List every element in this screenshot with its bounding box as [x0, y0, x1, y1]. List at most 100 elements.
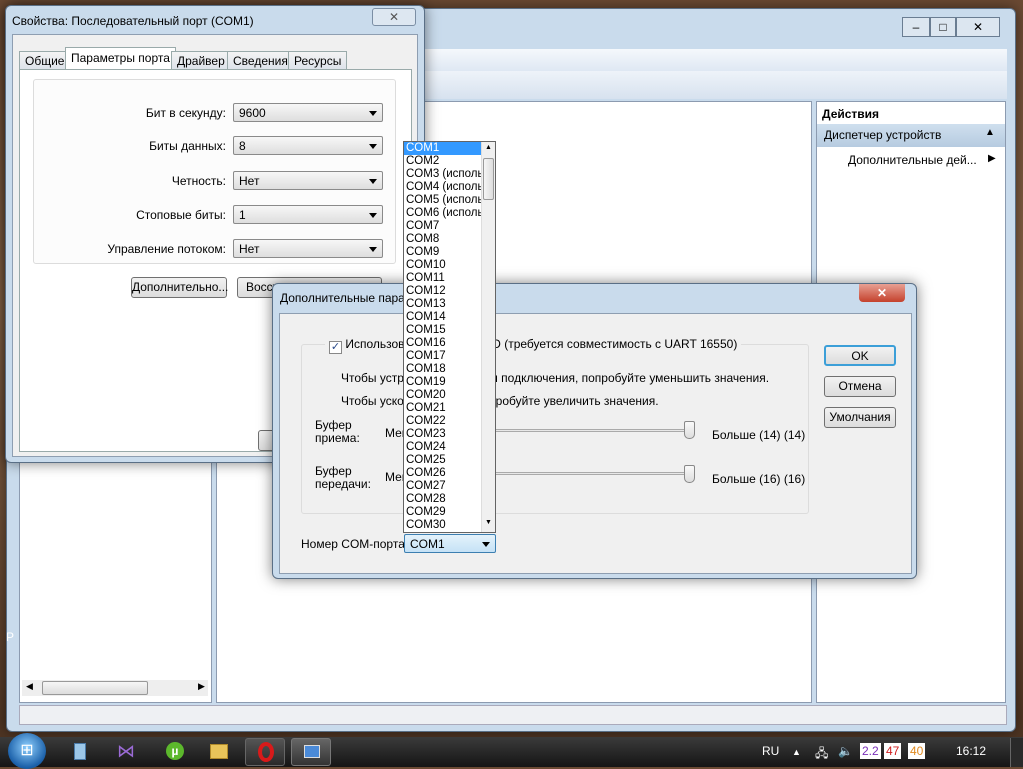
tab-details[interactable]: Сведения: [227, 51, 294, 69]
com-port-option[interactable]: COM30: [404, 519, 481, 532]
actions-section-label: Диспетчер устройств: [824, 128, 942, 142]
field-select[interactable]: 1: [233, 205, 383, 224]
tray-monitor-value[interactable]: 47: [884, 743, 902, 759]
fifo-checkbox[interactable]: ✓: [329, 341, 342, 354]
com-port-option[interactable]: COM6 (используется): [404, 207, 481, 220]
start-button[interactable]: ⊞: [8, 733, 46, 769]
scroll-down-icon[interactable]: ▼: [485, 519, 492, 526]
com-port-option[interactable]: COM16: [404, 337, 481, 350]
scroll-thumb[interactable]: [42, 681, 148, 695]
com-port-option[interactable]: COM11: [404, 272, 481, 285]
com-port-option[interactable]: COM14: [404, 311, 481, 324]
field-value: 9600: [239, 106, 266, 120]
tab-driver[interactable]: Драйвер: [171, 51, 231, 69]
com-port-option[interactable]: COM1: [404, 142, 481, 155]
tx-slider-thumb[interactable]: [684, 465, 695, 483]
field-select[interactable]: Нет: [233, 239, 383, 258]
dropdown-scroll-thumb[interactable]: [483, 158, 494, 200]
chevron-down-icon: [369, 111, 377, 116]
defaults-button[interactable]: Умолчания: [824, 407, 896, 428]
com-port-option[interactable]: COM2: [404, 155, 481, 168]
scroll-right-icon[interactable]: ▶: [198, 681, 205, 692]
tx-value-label: Больше (16) (16): [712, 472, 806, 486]
network-icon[interactable]: 🖧: [815, 744, 828, 765]
rx-slider-thumb[interactable]: [684, 421, 695, 439]
com-port-option[interactable]: COM18: [404, 363, 481, 376]
field-value: Нет: [239, 174, 260, 188]
maximize-button[interactable]: □: [930, 17, 956, 37]
field-select[interactable]: Нет: [233, 171, 383, 190]
adv-close-button[interactable]: ✕: [859, 284, 905, 302]
tray-monitor-value[interactable]: 2.2: [860, 743, 881, 759]
tab-general[interactable]: Общие: [19, 51, 71, 69]
action-more-actions[interactable]: Дополнительные дей... ▶: [848, 153, 1003, 167]
chevron-down-icon: [369, 247, 377, 252]
com-port-option[interactable]: COM23: [404, 428, 481, 441]
com-port-option[interactable]: COM28: [404, 493, 481, 506]
field-label: Четность:: [171, 174, 226, 188]
show-desktop-button[interactable]: [1010, 738, 1023, 767]
collapse-up-icon[interactable]: ▲: [985, 127, 995, 138]
rx-buffer-label: Буфер приема:: [315, 418, 360, 445]
fifo-checkbox-row[interactable]: ✓ Использовать буферы FIFO (требуется со…: [325, 337, 742, 354]
field-value: Нет: [239, 242, 260, 256]
com-port-option[interactable]: COM25: [404, 454, 481, 467]
field-value: 8: [239, 139, 246, 153]
scroll-up-icon[interactable]: ▲: [485, 144, 492, 151]
com-port-option[interactable]: COM24: [404, 441, 481, 454]
dropdown-scrollbar[interactable]: ▲ ▼: [481, 142, 495, 532]
visual-studio-taskbar-icon[interactable]: ⋈: [117, 741, 135, 762]
utorrent-taskbar-icon[interactable]: µ: [166, 742, 184, 760]
show-hidden-icons-icon[interactable]: ▲: [792, 747, 801, 757]
com-port-option[interactable]: COM17: [404, 350, 481, 363]
com-port-option[interactable]: COM7: [404, 220, 481, 233]
field-label: Стоповые биты:: [136, 208, 226, 222]
com-port-option[interactable]: COM8: [404, 233, 481, 246]
clock[interactable]: 16:12: [956, 744, 986, 758]
scroll-left-icon[interactable]: ◀: [26, 681, 33, 692]
cancel-button[interactable]: Отмена: [824, 376, 896, 397]
com-port-option[interactable]: COM4 (используется): [404, 181, 481, 194]
close-button[interactable]: ✕: [956, 17, 1000, 37]
com-port-option[interactable]: COM10: [404, 259, 481, 272]
com-port-option[interactable]: COM26: [404, 467, 481, 480]
com-port-option[interactable]: COM19: [404, 376, 481, 389]
calculator-taskbar-icon[interactable]: [74, 743, 86, 760]
advanced-button[interactable]: Дополнительно...: [131, 277, 228, 298]
com-port-option[interactable]: COM12: [404, 285, 481, 298]
desktop-icon-label: P: [6, 630, 15, 644]
tray-monitor-value[interactable]: 40: [908, 743, 926, 759]
hint-increase: Чтобы ускорить работу, попробуйте увелич…: [341, 394, 659, 408]
chevron-down-icon: [369, 144, 377, 149]
ok-button[interactable]: OK: [824, 345, 896, 366]
window-controls: – □ ✕: [902, 17, 1002, 37]
field-value: 1: [239, 208, 246, 222]
com-port-option[interactable]: COM5 (используется): [404, 194, 481, 207]
com-port-option[interactable]: COM3 (используется): [404, 168, 481, 181]
status-bar: [19, 705, 1007, 725]
com-port-option[interactable]: COM22: [404, 415, 481, 428]
opera-taskbar-button[interactable]: [245, 738, 285, 766]
field-select[interactable]: 9600: [233, 103, 383, 122]
horizontal-scrollbar[interactable]: ◀ ▶: [22, 680, 208, 696]
tab-port-settings[interactable]: Параметры порта: [65, 47, 176, 70]
com-port-option[interactable]: COM9: [404, 246, 481, 259]
language-indicator[interactable]: RU: [762, 744, 779, 758]
com-port-option[interactable]: COM15: [404, 324, 481, 337]
com-port-option[interactable]: COM13: [404, 298, 481, 311]
device-manager-taskbar-button[interactable]: [291, 738, 331, 766]
com-port-option[interactable]: COM21: [404, 402, 481, 415]
minimize-button[interactable]: –: [902, 17, 930, 37]
com-port-dropdown-list[interactable]: COM1COM2COM3 (используется)COM4 (использ…: [403, 141, 496, 533]
dialog-close-button[interactable]: ✕: [372, 8, 416, 26]
com-port-option[interactable]: COM20: [404, 389, 481, 402]
field-label: Биты данных:: [149, 139, 226, 153]
tab-resources[interactable]: Ресурсы: [288, 51, 348, 69]
volume-icon[interactable]: 🔈: [838, 744, 853, 758]
field-select[interactable]: 8: [233, 136, 383, 155]
com-port-option[interactable]: COM29: [404, 506, 481, 519]
com-port-select[interactable]: COM1: [404, 534, 496, 553]
com-port-option[interactable]: COM27: [404, 480, 481, 493]
actions-section-device-manager[interactable]: Диспетчер устройств ▲: [817, 124, 1005, 147]
explorer-taskbar-icon[interactable]: [210, 744, 228, 759]
